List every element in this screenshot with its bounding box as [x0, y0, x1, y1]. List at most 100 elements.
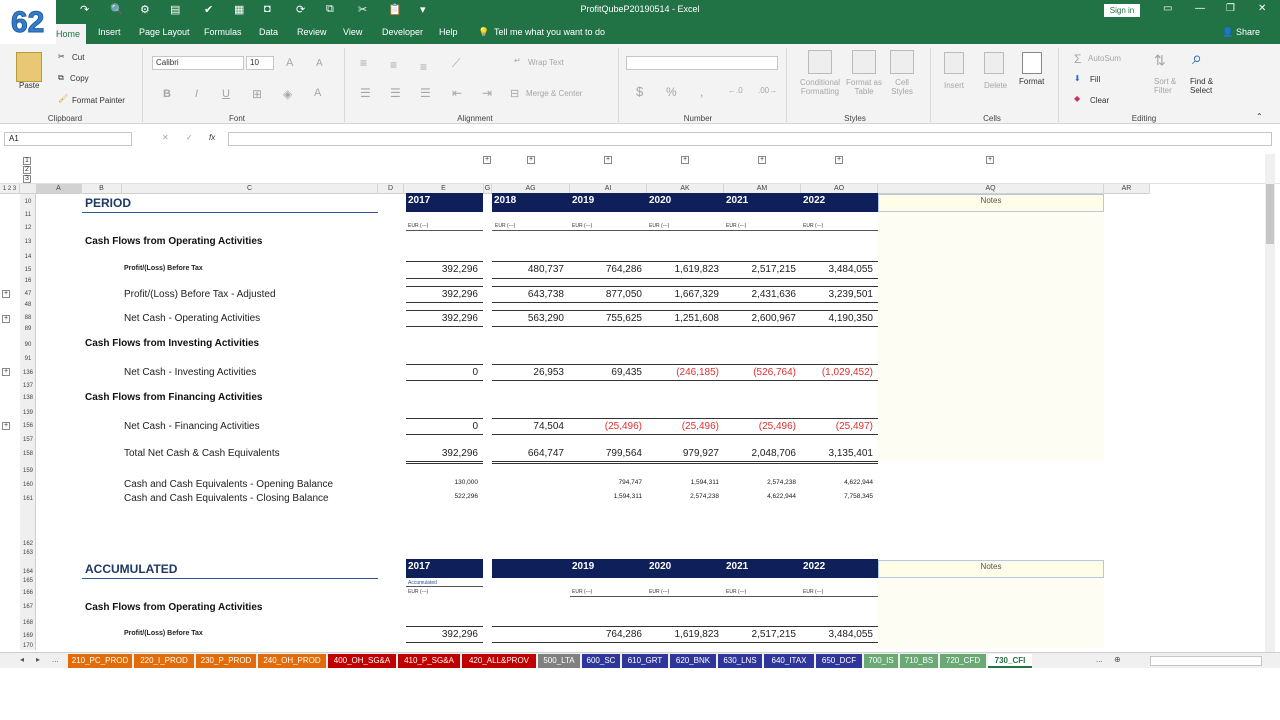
macro-icon[interactable]: ⚙ — [140, 3, 150, 16]
sign-in-button[interactable]: Sign in — [1104, 4, 1140, 17]
expand-column-group-icon[interactable]: + — [835, 156, 843, 164]
percent-button[interactable]: % — [666, 85, 677, 99]
row-header[interactable]: 90 — [20, 342, 36, 348]
value-cell[interactable]: (25,496) — [647, 421, 719, 432]
value-cell[interactable]: 3,135,401 — [801, 448, 874, 459]
column-header-a[interactable]: A — [36, 184, 82, 194]
expand-row-group-icon[interactable]: + — [2, 315, 10, 323]
sheet-tab[interactable]: 730_CFI — [988, 654, 1032, 668]
expand-column-group-icon[interactable]: + — [681, 156, 689, 164]
paste-icon[interactable] — [16, 52, 42, 82]
customize-icon[interactable]: ▾ — [420, 3, 426, 16]
row-header[interactable]: 161 — [20, 496, 36, 502]
recalc-icon[interactable]: ⟳ — [296, 3, 305, 16]
value-cell[interactable]: 2,574,238 — [647, 493, 719, 500]
fill-color-icon[interactable]: ◈ — [283, 87, 292, 101]
row-header[interactable]: 91 — [20, 356, 36, 362]
row-header[interactable]: 166 — [20, 590, 36, 596]
cell-styles-icon[interactable] — [890, 50, 914, 74]
row-header[interactable]: 89 — [20, 326, 36, 332]
value-cell[interactable]: 1,594,311 — [647, 479, 719, 486]
underline-button[interactable]: U — [222, 88, 230, 100]
cut-icon[interactable]: ✂ — [58, 52, 65, 61]
row-header[interactable]: 14 — [20, 254, 36, 260]
cut-icon[interactable]: ✂ — [358, 3, 367, 16]
row-header[interactable]: 88 — [20, 315, 36, 321]
format-painter-icon[interactable]: 🖌 — [58, 94, 68, 103]
value-cell[interactable]: 74,504 — [492, 421, 564, 432]
value-cell[interactable]: 4,622,944 — [801, 479, 873, 486]
value-cell[interactable]: 0 — [406, 421, 478, 432]
column-header-c[interactable]: C — [122, 184, 378, 194]
align-right-icon[interactable]: ☰ — [420, 86, 431, 100]
sheet-tab[interactable]: 600_SC — [582, 654, 620, 668]
redo-icon[interactable]: ↷ — [80, 3, 89, 16]
clear-button[interactable]: Clear — [1090, 96, 1109, 105]
scrollbar-thumb[interactable] — [1266, 184, 1274, 244]
paste-button[interactable]: Paste — [19, 81, 39, 90]
row-header[interactable]: 165 — [20, 578, 36, 584]
copy-icon[interactable]: ⧉ — [326, 3, 334, 16]
value-cell[interactable]: 1,619,823 — [647, 264, 720, 275]
decrease-decimal-icon[interactable]: .00→ — [758, 86, 777, 95]
notes-area[interactable] — [878, 194, 1104, 462]
font-size-select[interactable]: 10 — [246, 56, 274, 70]
value-cell[interactable]: 664,747 — [492, 448, 564, 459]
tab-review[interactable]: Review — [297, 27, 327, 37]
expand-column-group-icon[interactable]: + — [604, 156, 612, 164]
fill-icon[interactable]: ⬇ — [1074, 74, 1081, 83]
grow-font-button[interactable]: A — [286, 57, 293, 69]
align-top-icon[interactable]: ≡ — [360, 56, 367, 70]
row-header[interactable]: 167 — [20, 604, 36, 610]
value-cell[interactable]: 643,738 — [492, 289, 564, 300]
expand-row-group-icon[interactable]: + — [2, 368, 10, 376]
outline-row-levels[interactable]: 1 2 3 — [0, 184, 20, 194]
cancel-entry-button[interactable]: ✕ — [162, 133, 169, 142]
form-icon[interactable]: ▤ — [170, 3, 180, 16]
align-bottom-icon[interactable]: ≡ — [420, 60, 427, 74]
tab-page-layout[interactable]: Page Layout — [139, 27, 190, 37]
row-header[interactable]: 159 — [20, 468, 36, 474]
delete-cells-icon[interactable] — [984, 52, 1004, 74]
enter-entry-button[interactable]: ✓ — [186, 133, 193, 142]
sort-filter-icon[interactable]: ⇅ — [1154, 52, 1166, 69]
sheet-tab[interactable]: 710_BS — [900, 654, 938, 668]
row-header[interactable]: 12 — [20, 225, 36, 231]
font-color-button[interactable]: A — [314, 87, 321, 99]
value-cell[interactable]: 877,050 — [570, 289, 642, 300]
value-cell[interactable]: 764,286 — [570, 264, 642, 275]
orientation-icon[interactable]: ⟋ — [452, 56, 460, 71]
value-cell[interactable]: 1,251,608 — [647, 313, 720, 324]
expand-row-group-icon[interactable]: + — [2, 422, 10, 430]
expand-column-group-icon[interactable]: + — [483, 156, 491, 164]
value-cell[interactable]: (1,029,452) — [801, 367, 873, 378]
close-icon[interactable]: ✕ — [1258, 3, 1266, 14]
row-header[interactable]: 157 — [20, 437, 36, 443]
insert-function-button[interactable]: fx — [209, 133, 215, 142]
value-cell[interactable]: 1,594,311 — [570, 493, 642, 500]
column-header-g[interactable]: G — [484, 184, 492, 194]
align-left-icon[interactable]: ☰ — [360, 86, 371, 100]
sheet-tab[interactable]: 500_LTA — [538, 654, 580, 668]
value-cell[interactable]: 392,296 — [406, 313, 478, 324]
name-box[interactable]: A1 — [4, 132, 132, 146]
row-header[interactable]: 11 — [20, 212, 36, 218]
value-cell[interactable]: 3,484,055 — [801, 629, 874, 640]
value-cell[interactable]: 2,600,967 — [724, 313, 797, 324]
value-cell[interactable]: 4,190,350 — [801, 313, 874, 324]
calculator-icon[interactable]: ▦ — [234, 3, 244, 16]
value-cell[interactable]: 799,564 — [570, 448, 642, 459]
value-cell[interactable]: 4,622,944 — [724, 493, 796, 500]
number-format-select[interactable] — [626, 56, 778, 70]
conditional-formatting-icon[interactable] — [808, 50, 832, 74]
value-cell[interactable]: (25,496) — [570, 421, 642, 432]
column-header-aq[interactable]: AQ — [878, 184, 1104, 194]
value-cell[interactable]: 764,286 — [570, 629, 642, 640]
row-header[interactable]: 10 — [20, 199, 36, 205]
value-cell[interactable]: 2,574,238 — [724, 479, 796, 486]
conditional-formatting-button[interactable]: Conditional Formatting — [796, 78, 844, 96]
cut-button[interactable]: Cut — [72, 53, 84, 62]
value-cell[interactable]: 1,667,329 — [647, 289, 720, 300]
value-cell[interactable]: 2,431,636 — [724, 289, 797, 300]
tab-insert[interactable]: Insert — [98, 27, 121, 37]
